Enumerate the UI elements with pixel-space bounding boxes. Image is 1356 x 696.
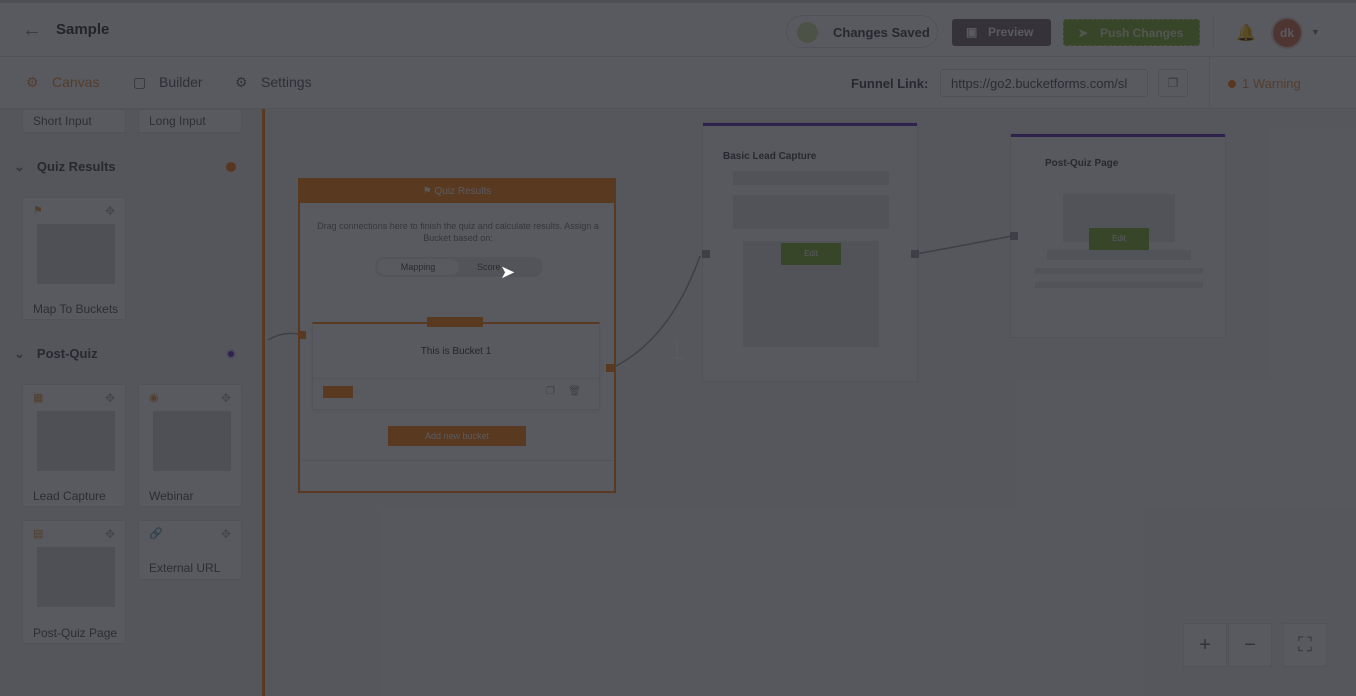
- placeholder-bar: [1035, 268, 1203, 274]
- bucket-assign-toggle: Mapping Score: [375, 257, 543, 277]
- input-port[interactable]: [702, 250, 710, 258]
- lead-capture-node-title: Basic Lead Capture: [723, 151, 817, 162]
- lead-capture-node[interactable]: Basic Lead Capture Edit: [702, 122, 918, 382]
- zoom-in-button[interactable]: +: [1183, 623, 1227, 667]
- bucket-card[interactable]: This is Bucket 1 ❐ 🗑: [312, 317, 600, 410]
- placeholder-bar: [1047, 250, 1191, 260]
- output-port[interactable]: [911, 250, 919, 258]
- quiz-results-block[interactable]: ⚑ Quiz Results Drag connections here to …: [298, 178, 616, 493]
- mouse-cursor-icon: ➤: [500, 262, 516, 282]
- edit-button[interactable]: Edit: [1089, 228, 1149, 250]
- placeholder-bar: [733, 171, 889, 185]
- input-port[interactable]: [1010, 232, 1018, 240]
- funnel-editor: ← Sample Changes Saved ▣ Preview ➤ Push …: [0, 0, 1356, 696]
- step-number: 1: [669, 334, 685, 365]
- block-divider: [300, 460, 614, 461]
- score-label: Score: [477, 262, 501, 272]
- connector-line: [611, 255, 701, 369]
- connector-line: [915, 235, 1013, 255]
- placeholder-bar: [733, 195, 889, 229]
- placeholder-bar: [1035, 282, 1203, 288]
- copy-icon[interactable]: ❐: [546, 386, 555, 397]
- mapping-label: Mapping: [400, 262, 436, 272]
- post-quiz-node[interactable]: Post-Quiz Page Edit: [1010, 133, 1226, 338]
- flag-icon: ⚑: [422, 186, 435, 197]
- bucket-divider: [313, 378, 599, 379]
- fullscreen-icon[interactable]: ⛶: [1283, 623, 1327, 667]
- node-top-bar: [703, 123, 917, 126]
- quiz-results-header: ⚑ Quiz Results: [300, 180, 614, 203]
- bucket-title: This is Bucket 1: [420, 346, 492, 357]
- node-top-bar: [1011, 134, 1225, 137]
- post-quiz-node-title: Post-Quiz Page: [1045, 158, 1119, 169]
- bucket-badge[interactable]: [323, 386, 353, 398]
- zoom-out-button[interactable]: −: [1228, 623, 1272, 667]
- quiz-results-instructions: Drag connections here to finish the quiz…: [317, 221, 599, 243]
- score-option[interactable]: Score: [477, 259, 501, 275]
- add-bucket-button[interactable]: Add new bucket: [388, 426, 526, 446]
- trash-icon[interactable]: 🗑: [568, 386, 581, 397]
- input-port[interactable]: [298, 331, 306, 339]
- bucket-tag: [427, 317, 483, 327]
- connector-line: [267, 332, 303, 341]
- quiz-results-title: Quiz Results: [434, 186, 492, 197]
- edit-button[interactable]: Edit: [781, 243, 841, 265]
- mapping-option[interactable]: Mapping: [377, 259, 459, 275]
- output-port[interactable]: [606, 364, 614, 372]
